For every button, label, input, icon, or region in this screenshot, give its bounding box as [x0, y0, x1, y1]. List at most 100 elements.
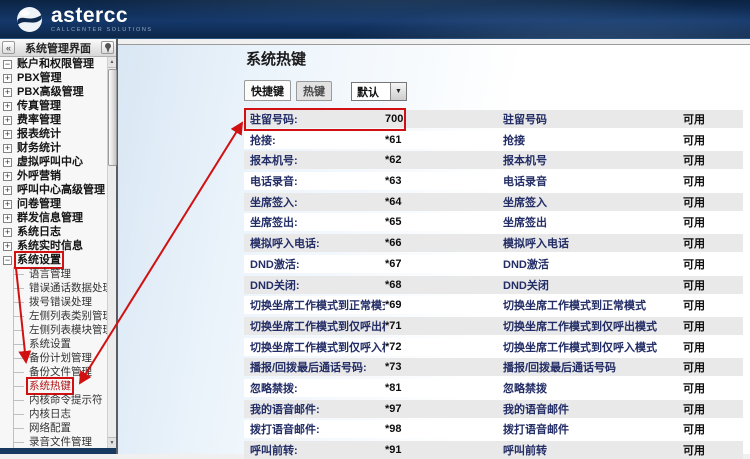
table-row[interactable]: 切换坐席工作模式到正常模式:*69切换坐席工作模式到正常模式可用 — [244, 296, 743, 314]
hotkey-label[interactable]: 抢接: — [244, 132, 385, 148]
expand-icon[interactable]: + — [3, 130, 12, 139]
sidebar-item-label[interactable]: 财务统计 — [16, 141, 62, 155]
sidebar-item-label[interactable]: 虚拟呼叫中心 — [16, 155, 84, 169]
table-row[interactable]: 模拟呼入电话:*66模拟呼入电话可用 — [244, 234, 743, 252]
table-row[interactable]: 报本机号:*62报本机号可用 — [244, 151, 743, 169]
table-row[interactable]: 播报/回拨最后通话号码:*73播报/回拨最后通话号码可用 — [244, 358, 743, 376]
expand-icon[interactable]: + — [3, 102, 12, 111]
sidebar-item[interactable]: 备份计划管理 — [0, 351, 107, 365]
hotkey-label[interactable]: 我的语音邮件: — [244, 401, 385, 417]
hotkey-label[interactable]: 切换坐席工作模式到仅呼入模式: — [244, 339, 385, 355]
sidebar-item-label[interactable]: 左侧列表类别管理 — [28, 309, 107, 323]
sidebar-item-label[interactable]: 备份文件管理 — [28, 365, 93, 379]
sidebar-item-label[interactable]: 账户和权限管理 — [16, 57, 95, 71]
table-row[interactable]: 电话录音:*63电话录音可用 — [244, 172, 743, 190]
sidebar-group[interactable]: +财务统计 — [0, 141, 107, 155]
sidebar-group[interactable]: + 呼叫中心高级管理 — [0, 183, 107, 197]
hotkey-label[interactable]: 坐席签入: — [244, 194, 385, 210]
sidebar-group[interactable]: + 系统日志 — [0, 225, 107, 239]
hotkey-label[interactable]: 驻留号码: — [244, 111, 385, 127]
sidebar-item-label[interactable]: 内核命令提示符 — [28, 393, 104, 407]
sidebar-item[interactable]: 拨号错误处理 — [0, 295, 107, 309]
pin-button[interactable] — [101, 41, 114, 54]
table-row[interactable]: 切换坐席工作模式到仅呼出模式:*71切换坐席工作模式到仅呼出模式可用 — [244, 317, 743, 335]
sidebar-item-label[interactable]: 网络配置 — [28, 421, 72, 435]
profile-select[interactable]: 默认 ▼ — [351, 82, 407, 101]
hotkey-label[interactable]: DND关闭: — [244, 277, 385, 293]
collapse-icon[interactable]: − — [3, 256, 12, 265]
sidebar-item-label[interactable]: 呼叫中心高级管理 — [16, 183, 106, 197]
sidebar-item-label[interactable]: 报表统计 — [16, 127, 62, 141]
sidebar-item[interactable]: 语言管理 — [0, 267, 107, 281]
scrollbar-thumb[interactable] — [108, 69, 117, 166]
table-row[interactable]: DND关闭:*68DND关闭可用 — [244, 276, 743, 294]
hotkey-label[interactable]: 忽略禁拨: — [244, 380, 385, 396]
sidebar-item-label[interactable]: 系统日志 — [16, 225, 62, 239]
expand-icon[interactable]: + — [3, 242, 12, 251]
hotkey-label[interactable]: 电话录音: — [244, 173, 385, 189]
expand-icon[interactable]: + — [3, 88, 12, 97]
sidebar-item-label[interactable]: 传真管理 — [16, 99, 62, 113]
tab-hotkeys[interactable]: 热键 — [296, 81, 332, 101]
scroll-up-icon[interactable]: ▲ — [108, 57, 116, 68]
collapse-icon[interactable]: − — [3, 60, 12, 69]
tab-shortcut-keys[interactable]: 快捷键 — [244, 80, 291, 101]
sidebar-group[interactable]: +系统实时信息 — [0, 239, 107, 253]
table-row[interactable]: 坐席签出:*65坐席签出可用 — [244, 213, 743, 231]
hotkey-label[interactable]: 拨打语音邮件: — [244, 421, 385, 437]
hotkey-label[interactable]: 坐席签出: — [244, 214, 385, 230]
sidebar-item[interactable]: 错误通话数据处理 — [0, 281, 107, 295]
sidebar-item[interactable]: 备份文件管理 — [0, 365, 107, 379]
sidebar-item[interactable]: 左侧列表模块管理 — [0, 323, 107, 337]
table-row[interactable]: 呼叫前转:*91呼叫前转可用 — [244, 441, 743, 459]
scroll-down-icon[interactable]: ▼ — [108, 437, 116, 448]
sidebar-group[interactable]: + 群发信息管理 — [0, 211, 107, 225]
collapse-panel-button[interactable]: « — [2, 41, 15, 54]
hotkey-label[interactable]: 报本机号: — [244, 152, 385, 168]
table-row[interactable]: 拨打语音邮件:*98拨打语音邮件可用 — [244, 420, 743, 438]
sidebar-group[interactable]: + 外呼营销 — [0, 169, 107, 183]
expand-icon[interactable]: + — [3, 172, 12, 181]
sidebar-group[interactable]: + 传真管理 — [0, 99, 107, 113]
expand-icon[interactable]: + — [3, 228, 12, 237]
sidebar-item[interactable]: 录音文件管理 — [0, 435, 107, 448]
table-row[interactable]: 抢接:*61抢接可用 — [244, 131, 743, 149]
sidebar-item-label[interactable]: 备份计划管理 — [28, 351, 93, 365]
hotkey-label[interactable]: 切换坐席工作模式到仅呼出模式: — [244, 318, 385, 334]
expand-icon[interactable]: + — [3, 186, 12, 195]
sidebar-group[interactable]: −系统设置 — [0, 253, 107, 267]
sidebar-item-label[interactable]: 错误通话数据处理 — [28, 281, 107, 295]
table-row[interactable]: 坐席签入:*64坐席签入可用 — [244, 193, 743, 211]
sidebar-item[interactable]: 系统设置 — [0, 337, 107, 351]
expand-icon[interactable]: + — [3, 214, 12, 223]
sidebar-item-label[interactable]: 群发信息管理 — [16, 211, 84, 225]
hotkey-label[interactable]: 呼叫前转: — [244, 442, 385, 458]
sidebar-group[interactable]: +PBX管理 — [0, 71, 107, 85]
table-row[interactable]: 切换坐席工作模式到仅呼入模式:*72切换坐席工作模式到仅呼入模式可用 — [244, 338, 743, 356]
expand-icon[interactable]: + — [3, 116, 12, 125]
sidebar-item[interactable]: 左侧列表类别管理 — [0, 309, 107, 323]
sidebar-item-label[interactable]: 拨号错误处理 — [28, 295, 93, 309]
sidebar-group[interactable]: + 报表统计 — [0, 127, 107, 141]
sidebar-group[interactable]: +费率管理 — [0, 113, 107, 127]
sidebar-group[interactable]: +PBX高级管理 — [0, 85, 107, 99]
expand-icon[interactable]: + — [3, 158, 12, 167]
sidebar-item[interactable]: 内核命令提示符 — [0, 393, 107, 407]
sidebar-group[interactable]: −账户和权限管理 — [0, 57, 107, 71]
table-row[interactable]: 我的语音邮件:*97我的语音邮件可用 — [244, 400, 743, 418]
expand-icon[interactable]: + — [3, 200, 12, 209]
table-row[interactable]: 忽略禁拨:*81忽略禁拨可用 — [244, 379, 743, 397]
sidebar-item-label[interactable]: 系统设置 — [28, 337, 72, 351]
sidebar-item-label[interactable]: 语言管理 — [28, 267, 72, 281]
sidebar-item-label[interactable]: 左侧列表模块管理 — [28, 323, 107, 337]
sidebar-item-label[interactable]: 系统热键 — [28, 379, 72, 393]
sidebar-item-label[interactable]: 问卷管理 — [16, 197, 62, 211]
sidebar-item-label[interactable]: 外呼营销 — [16, 169, 62, 183]
sidebar-item-label[interactable]: 录音文件管理 — [28, 435, 93, 448]
hotkey-label[interactable]: 切换坐席工作模式到正常模式: — [244, 297, 385, 313]
sidebar-item[interactable]: 内核日志 — [0, 407, 107, 421]
table-row[interactable]: DND激活:*67DND激活可用 — [244, 255, 743, 273]
sidebar-group[interactable]: + 问卷管理 — [0, 197, 107, 211]
hotkey-label[interactable]: DND激活: — [244, 256, 385, 272]
sidebar-item-label[interactable]: 系统设置 — [16, 253, 62, 267]
